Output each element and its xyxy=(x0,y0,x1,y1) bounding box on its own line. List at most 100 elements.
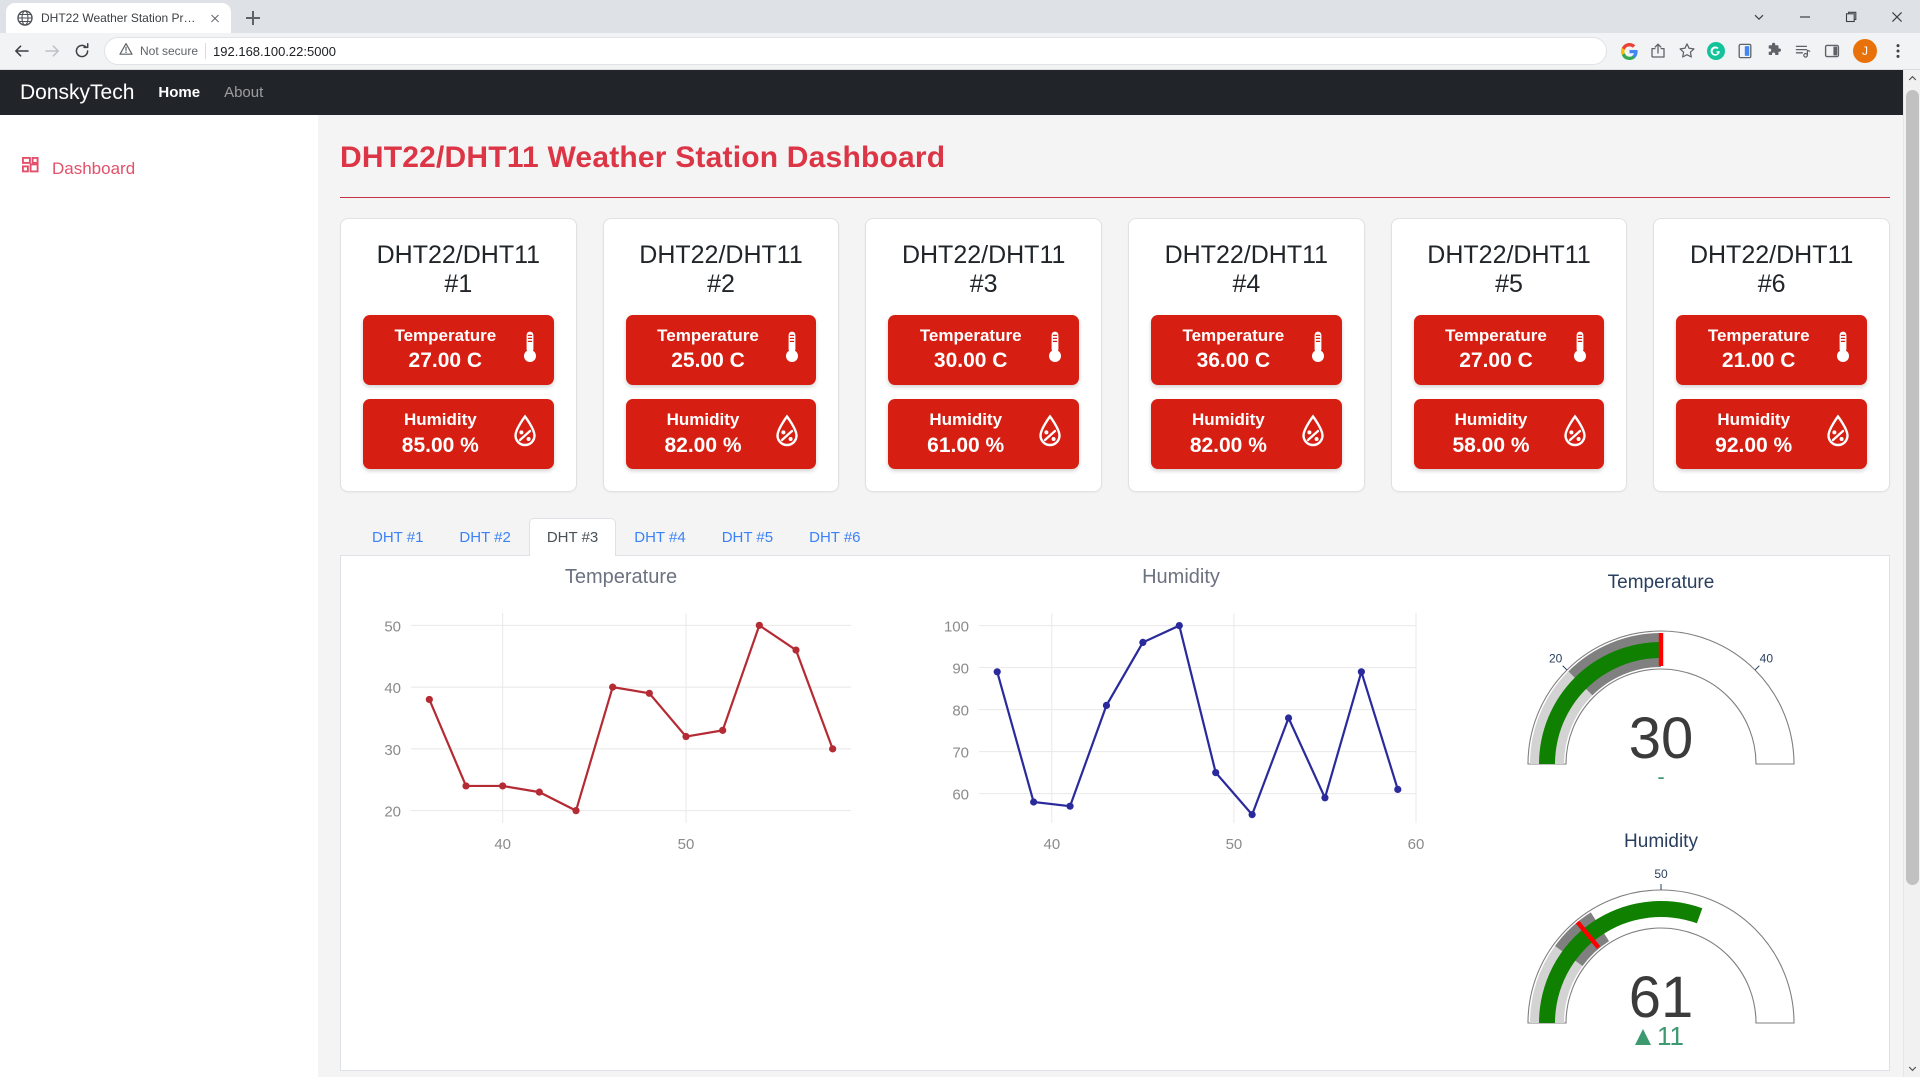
temperature-chart-svg: 203040504050 xyxy=(341,593,901,873)
tab-dht-6[interactable]: DHT #6 xyxy=(791,518,878,556)
browser-window: DHT22 Weather Station Project xyxy=(0,0,1920,1077)
svg-text:30: 30 xyxy=(384,742,401,759)
tab-dht-5[interactable]: DHT #5 xyxy=(704,518,791,556)
sidebar-item-label: Dashboard xyxy=(52,159,135,179)
sensor-card[interactable]: DHT22/DHT11 #4 Temperature 36.00 C xyxy=(1128,218,1365,492)
url-text[interactable]: 192.168.100.22:5000 xyxy=(213,44,336,59)
sensor-card[interactable]: DHT22/DHT11 #5 Temperature 27.00 C xyxy=(1391,218,1628,492)
temperature-metric: Temperature 27.00 C xyxy=(1414,315,1605,385)
humidity-droplet-icon xyxy=(1560,414,1590,453)
svg-text:60: 60 xyxy=(1408,836,1425,853)
media-queue-icon[interactable] xyxy=(1789,37,1817,65)
not-secure-warning-icon xyxy=(119,42,133,61)
address-bar[interactable]: Not secure 192.168.100.22:5000 xyxy=(104,37,1607,65)
sensor-card[interactable]: DHT22/DHT11 #3 Temperature 30.00 C xyxy=(865,218,1102,492)
svg-text:80: 80 xyxy=(952,703,969,720)
sensor-card-title-line1: DHT22/DHT11 xyxy=(1165,241,1328,270)
sensor-card-title: DHT22/DHT11 #6 xyxy=(1690,241,1853,299)
side-panel-icon[interactable] xyxy=(1818,37,1846,65)
humidity-droplet-icon xyxy=(510,414,540,453)
close-icon[interactable] xyxy=(207,10,223,26)
sensor-card[interactable]: DHT22/DHT11 #1 Temperature 27.00 C xyxy=(340,218,577,492)
temperature-value: 21.00 C xyxy=(1722,347,1796,374)
three-dot-menu-icon[interactable] xyxy=(1884,37,1912,65)
scroll-up-arrow-icon[interactable] xyxy=(1904,70,1920,87)
new-tab-button[interactable] xyxy=(239,4,267,32)
thermometer-icon xyxy=(782,330,802,369)
svg-text:40: 40 xyxy=(384,680,401,697)
navbar-brand[interactable]: DonskyTech xyxy=(20,81,134,105)
humidity-label: Humidity xyxy=(1717,409,1790,432)
humidity-label: Humidity xyxy=(667,409,740,432)
humidity-value: 82.00 % xyxy=(664,432,741,459)
humidity-droplet-icon xyxy=(1035,414,1065,453)
humidity-metric: Humidity 92.00 % xyxy=(1676,399,1867,469)
scroll-down-arrow-icon[interactable] xyxy=(1904,1060,1920,1077)
temperature-gauge[interactable]: 204030- xyxy=(1491,596,1831,811)
share-icon[interactable] xyxy=(1644,37,1672,65)
main-content: DHT22/DHT11 Weather Station Dashboard DH… xyxy=(318,115,1920,1077)
humidity-metric: Humidity 58.00 % xyxy=(1414,399,1605,469)
humidity-line-chart[interactable]: Humidity 60708090100405060 xyxy=(901,566,1461,1070)
thermometer-icon xyxy=(520,330,540,369)
svg-text:70: 70 xyxy=(952,745,969,762)
humidity-metric: Humidity 82.00 % xyxy=(626,399,817,469)
sensor-card-title-line1: DHT22/DHT11 xyxy=(377,241,540,270)
humidity-droplet-icon xyxy=(772,414,802,453)
svg-text:50: 50 xyxy=(1654,867,1668,881)
grammarly-icon[interactable] xyxy=(1702,37,1730,65)
temperature-label: Temperature xyxy=(1708,325,1810,348)
humidity-metric: Humidity 82.00 % xyxy=(1151,399,1342,469)
temperature-label: Temperature xyxy=(394,325,496,348)
sidebar-item-dashboard[interactable]: Dashboard xyxy=(22,153,318,185)
minimize-icon[interactable] xyxy=(1782,0,1828,33)
tab-dht-2[interactable]: DHT #2 xyxy=(441,518,528,556)
humidity-value: 85.00 % xyxy=(402,432,479,459)
extensions-puzzle-icon[interactable] xyxy=(1760,37,1788,65)
sensor-card[interactable]: DHT22/DHT11 #6 Temperature 21.00 C xyxy=(1653,218,1890,492)
humidity-label: Humidity xyxy=(1455,409,1528,432)
reading-list-icon[interactable] xyxy=(1731,37,1759,65)
tab-dht-3[interactable]: DHT #3 xyxy=(529,518,616,556)
humidity-gauge[interactable]: 506111 xyxy=(1491,855,1831,1070)
toolbar-right-icons: J xyxy=(1615,37,1912,65)
sensor-card[interactable]: DHT22/DHT11 #2 Temperature 25.00 C xyxy=(603,218,840,492)
humidity-label: Humidity xyxy=(404,409,477,432)
sensor-card-title: DHT22/DHT11 #2 xyxy=(639,241,802,299)
humidity-value: 61.00 % xyxy=(927,432,1004,459)
browser-tab[interactable]: DHT22 Weather Station Project xyxy=(6,3,231,33)
reload-icon[interactable] xyxy=(68,37,96,65)
bookmark-star-icon[interactable] xyxy=(1673,37,1701,65)
page-body: Dashboard DHT22/DHT11 Weather Station Da… xyxy=(0,115,1920,1077)
close-icon[interactable] xyxy=(1874,0,1920,33)
humidity-value: 92.00 % xyxy=(1715,432,1792,459)
temperature-metric: Temperature 36.00 C xyxy=(1151,315,1342,385)
maximize-icon[interactable] xyxy=(1828,0,1874,33)
scrollbar-thumb[interactable] xyxy=(1906,90,1919,885)
gauge-column: Temperature 204030- Humidity 506111 xyxy=(1461,566,1861,1070)
tab-dht-1[interactable]: DHT #1 xyxy=(354,518,441,556)
thermometer-icon xyxy=(1045,330,1065,369)
security-status-label: Not secure xyxy=(140,44,198,58)
page-scrollbar[interactable] xyxy=(1903,70,1920,1077)
temperature-label: Temperature xyxy=(1182,325,1284,348)
temperature-line-chart[interactable]: Temperature 203040504050 xyxy=(341,566,901,1070)
sensor-card-title-line1: DHT22/DHT11 xyxy=(902,241,1065,270)
svg-text:11: 11 xyxy=(1657,1021,1684,1051)
temperature-gauge-title: Temperature xyxy=(1608,572,1715,594)
profile-avatar[interactable]: J xyxy=(1853,39,1877,63)
google-icon[interactable] xyxy=(1615,37,1643,65)
nav-link-home[interactable]: Home xyxy=(158,84,200,101)
nav-link-about[interactable]: About xyxy=(224,84,263,101)
humidity-metric: Humidity 85.00 % xyxy=(363,399,554,469)
temperature-value: 25.00 C xyxy=(671,347,745,374)
humidity-label: Humidity xyxy=(1192,409,1265,432)
svg-text:20: 20 xyxy=(384,804,401,821)
humidity-chart-svg: 60708090100405060 xyxy=(901,593,1461,873)
forward-icon[interactable] xyxy=(38,37,66,65)
svg-text:90: 90 xyxy=(952,661,969,678)
sensor-card-title-line2: #4 xyxy=(1165,270,1328,299)
back-icon[interactable] xyxy=(8,37,36,65)
chevron-down-icon[interactable] xyxy=(1736,0,1782,33)
tab-dht-4[interactable]: DHT #4 xyxy=(616,518,703,556)
